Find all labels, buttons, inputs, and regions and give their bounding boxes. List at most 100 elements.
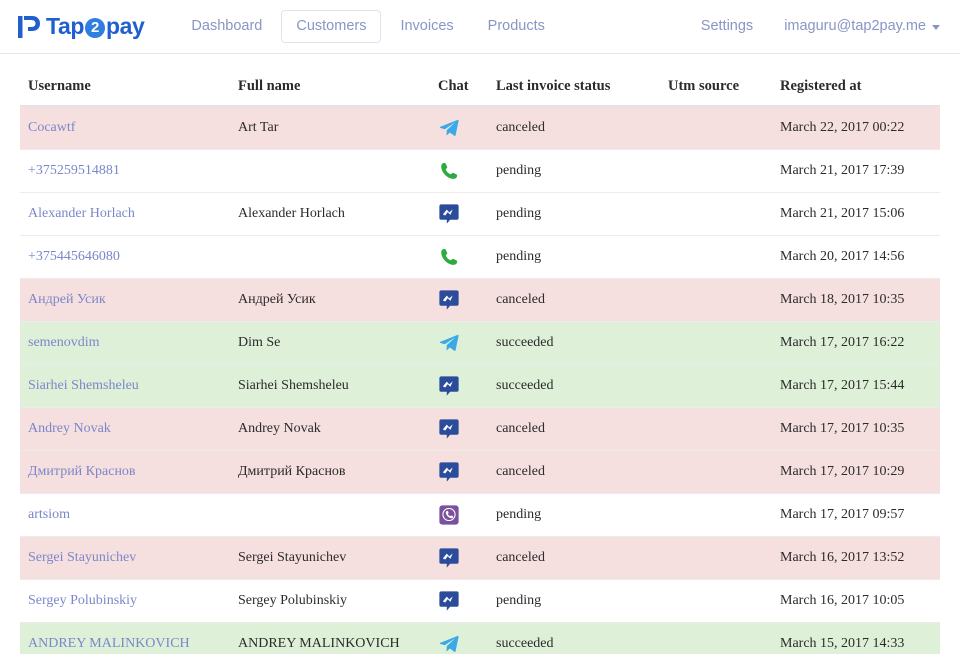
telegram-icon[interactable]: [438, 117, 460, 139]
table-row[interactable]: Andrey NovakAndrey Novak canceledMarch 1…: [20, 408, 940, 451]
customer-username-link[interactable]: Sergei Stayunichev: [28, 550, 136, 565]
cell-fullname: [230, 494, 430, 537]
viber-icon[interactable]: [438, 504, 460, 526]
cell-registered-at: March 16, 2017 10:05: [772, 580, 940, 623]
messenger-icon[interactable]: [438, 590, 460, 612]
user-account-menu[interactable]: imaguru@tap2pay.me: [782, 11, 942, 41]
top-navbar: Tap2pay Dashboard Customers Invoices Pro…: [0, 0, 960, 54]
cell-username: Sergei Stayunichev: [20, 537, 230, 580]
cell-fullname: Siarhei Shemsheleu: [230, 365, 430, 408]
cell-utm-source: [660, 322, 772, 365]
nav-right-group: Settings imaguru@tap2pay.me: [694, 10, 942, 43]
column-header-chat[interactable]: Chat: [430, 54, 488, 106]
cell-last-invoice-status: succeeded: [488, 623, 660, 654]
customer-username-link[interactable]: artsiom: [28, 507, 70, 522]
cell-chat: [430, 408, 488, 451]
cell-registered-at: March 15, 2017 14:33: [772, 623, 940, 654]
table-row[interactable]: Sergei StayunichevSergei Stayunichev can…: [20, 537, 940, 580]
nav-item-customers[interactable]: Customers: [281, 10, 381, 43]
cell-username: Дмитрий Краснов: [20, 451, 230, 494]
customer-username-link[interactable]: +375259514881: [28, 163, 120, 178]
customer-username-link[interactable]: Андрей Усик: [28, 292, 106, 307]
telegram-icon[interactable]: [438, 332, 460, 354]
cell-fullname: Dim Se: [230, 322, 430, 365]
cell-fullname: Sergey Polubinskiy: [230, 580, 430, 623]
customer-username-link[interactable]: Alexander Horlach: [28, 206, 135, 221]
customer-username-link[interactable]: Cocawtf: [28, 120, 75, 135]
table-row[interactable]: CocawtfArt Tar canceledMarch 22, 2017 00…: [20, 106, 940, 150]
column-header-registered[interactable]: Registered at: [772, 54, 940, 106]
column-header-status[interactable]: Last invoice status: [488, 54, 660, 106]
customer-username-link[interactable]: Siarhei Shemsheleu: [28, 378, 139, 393]
cell-username: Andrey Novak: [20, 408, 230, 451]
cell-last-invoice-status: canceled: [488, 451, 660, 494]
column-header-username[interactable]: Username: [20, 54, 230, 106]
cell-chat: [430, 106, 488, 150]
cell-username: Alexander Horlach: [20, 193, 230, 236]
customer-username-link[interactable]: +375445646080: [28, 249, 120, 264]
cell-username: ANDREY MALINKOVICH: [20, 623, 230, 654]
cell-last-invoice-status: canceled: [488, 106, 660, 150]
cell-chat: [430, 451, 488, 494]
cell-registered-at: March 17, 2017 15:44: [772, 365, 940, 408]
table-row[interactable]: +375259514881 pendingMarch 21, 2017 17:3…: [20, 150, 940, 193]
cell-chat: [430, 193, 488, 236]
cell-utm-source: [660, 193, 772, 236]
cell-chat: [430, 279, 488, 322]
cell-last-invoice-status: canceled: [488, 537, 660, 580]
cell-last-invoice-status: pending: [488, 580, 660, 623]
messenger-icon[interactable]: [438, 375, 460, 397]
table-row[interactable]: +375445646080 pendingMarch 20, 2017 14:5…: [20, 236, 940, 279]
messenger-icon[interactable]: [438, 203, 460, 225]
customer-username-link[interactable]: semenovdim: [28, 335, 100, 350]
tap2pay-logo-icon: [16, 13, 42, 41]
cell-utm-source: [660, 580, 772, 623]
customer-username-link[interactable]: Sergey Polubinskiy: [28, 593, 137, 608]
table-row[interactable]: Андрей УсикАндрей Усик canceledMarch 18,…: [20, 279, 940, 322]
telegram-icon[interactable]: [438, 633, 460, 654]
brand-wordmark: Tap2pay: [46, 15, 144, 38]
cell-username: Siarhei Shemsheleu: [20, 365, 230, 408]
table-row[interactable]: Sergey Polubinskiy Sergey Polubinskiy pen…: [20, 580, 940, 623]
column-header-utm-source[interactable]: Utm source: [660, 54, 772, 106]
cell-utm-source: [660, 494, 772, 537]
customer-username-link[interactable]: Дмитрий Краснов: [28, 464, 136, 479]
table-row[interactable]: semenovdimDim Se succeededMarch 17, 2017…: [20, 322, 940, 365]
table-row[interactable]: Alexander HorlachAlexander Horlach pendi…: [20, 193, 940, 236]
cell-last-invoice-status: pending: [488, 150, 660, 193]
cell-chat: [430, 494, 488, 537]
nav-item-products[interactable]: Products: [473, 10, 560, 43]
cell-last-invoice-status: pending: [488, 236, 660, 279]
table-row[interactable]: artsiom pendingMarch 17, 2017 09:57: [20, 494, 940, 537]
cell-utm-source: [660, 408, 772, 451]
cell-utm-source: [660, 150, 772, 193]
cell-utm-source: [660, 365, 772, 408]
customer-username-link[interactable]: ANDREY MALINKOVICH: [28, 636, 190, 651]
messenger-icon[interactable]: [438, 461, 460, 483]
table-row[interactable]: ANDREY MALINKOVICHANDREY MALINKOVICH suc…: [20, 623, 940, 654]
customer-username-link[interactable]: Andrey Novak: [28, 421, 111, 436]
messenger-icon[interactable]: [438, 418, 460, 440]
cell-fullname: Art Tar: [230, 106, 430, 150]
cell-utm-source: [660, 623, 772, 654]
messenger-icon[interactable]: [438, 547, 460, 569]
nav-item-settings[interactable]: Settings: [694, 10, 760, 43]
customers-table: Username Full name Chat Last invoice sta…: [20, 54, 940, 654]
table-header-row: Username Full name Chat Last invoice sta…: [20, 54, 940, 106]
brand-logo[interactable]: Tap2pay: [16, 13, 144, 41]
phone-icon[interactable]: [438, 246, 460, 268]
cell-fullname: Андрей Усик: [230, 279, 430, 322]
messenger-icon[interactable]: [438, 289, 460, 311]
cell-last-invoice-status: succeeded: [488, 365, 660, 408]
cell-registered-at: March 21, 2017 15:06: [772, 193, 940, 236]
table-row[interactable]: Siarhei Shemsheleu Siarhei Shemsheleu suc…: [20, 365, 940, 408]
cell-registered-at: March 17, 2017 09:57: [772, 494, 940, 537]
cell-username: artsiom: [20, 494, 230, 537]
phone-icon[interactable]: [438, 160, 460, 182]
cell-fullname: Alexander Horlach: [230, 193, 430, 236]
nav-item-invoices[interactable]: Invoices: [385, 10, 468, 43]
cell-chat: [430, 580, 488, 623]
nav-item-dashboard[interactable]: Dashboard: [176, 10, 277, 43]
table-row[interactable]: Дмитрий КрасновДмитрий Краснов canceledM…: [20, 451, 940, 494]
column-header-fullname[interactable]: Full name: [230, 54, 430, 106]
